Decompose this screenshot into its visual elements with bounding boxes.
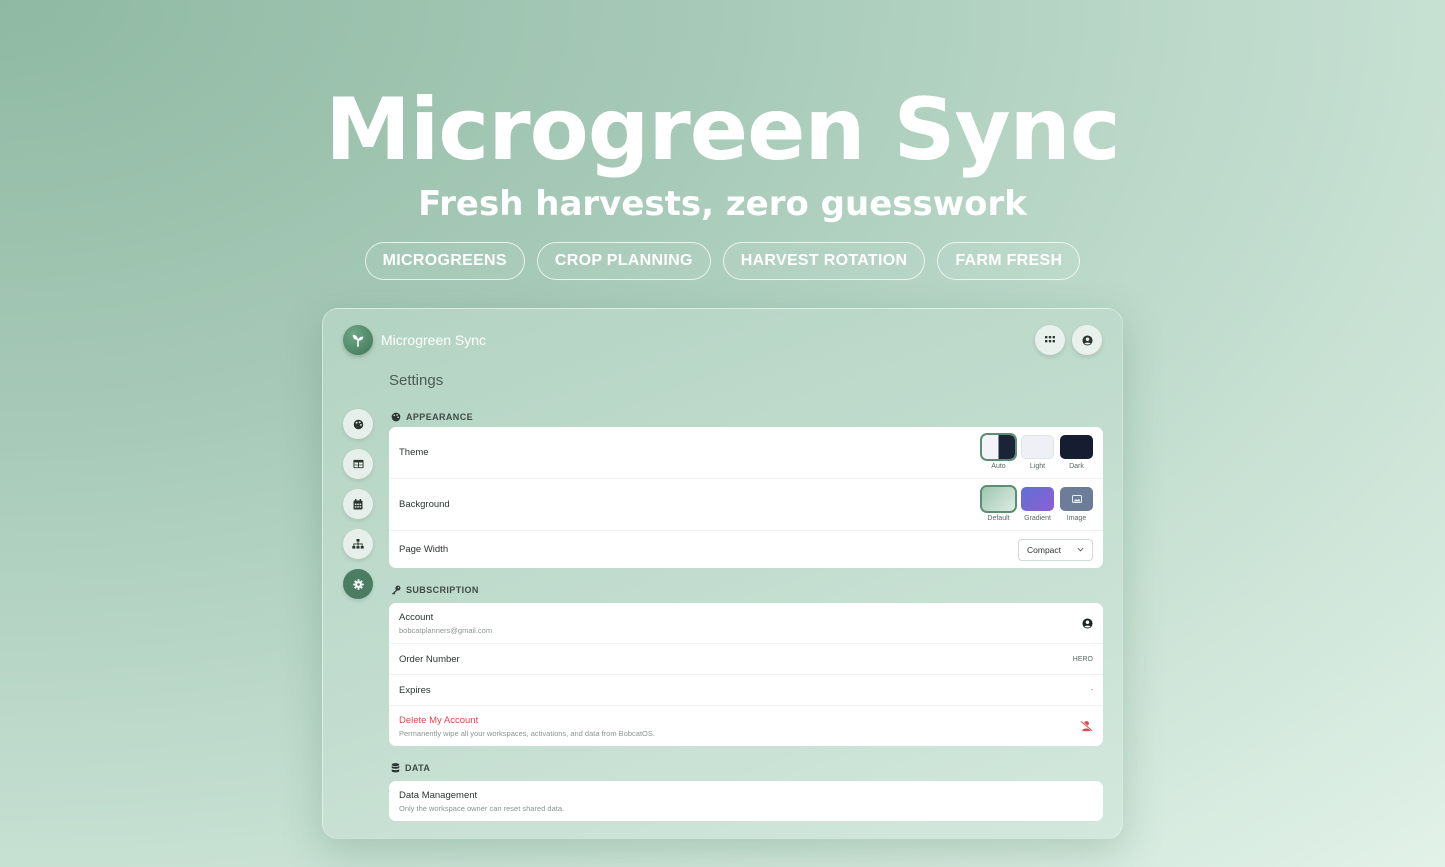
swatch-caption: Auto xyxy=(991,463,1006,470)
sidebar-item-settings[interactable] xyxy=(343,569,373,599)
tag-harvest-rotation: HARVEST ROTATION xyxy=(722,242,926,280)
swatch-caption: Dark xyxy=(1069,463,1084,470)
data-management-row[interactable]: Data Management Only the workspace owner… xyxy=(389,781,1103,821)
sidebar-item-calendar[interactable] xyxy=(343,489,373,519)
background-image-option[interactable] xyxy=(1060,487,1093,511)
delete-account-description: Permanently wipe all your workspaces, ac… xyxy=(399,728,655,738)
chevron-down-icon xyxy=(1077,547,1084,552)
sidebar-item-dashboard[interactable] xyxy=(343,409,373,439)
account-email: bobcatplanners@gmail.com xyxy=(399,625,493,635)
tag-farm-fresh: FARM FRESH xyxy=(937,242,1081,280)
table-icon xyxy=(352,459,364,469)
palette-icon xyxy=(391,412,401,422)
section-label: DATA xyxy=(405,763,431,773)
delete-account-row[interactable]: Delete My Account Permanently wipe all y… xyxy=(389,706,1103,746)
swatch-caption: Gradient xyxy=(1024,515,1051,522)
theme-row: Theme Auto Light Dark xyxy=(389,427,1103,479)
appearance-card: Theme Auto Light Dark Background Default… xyxy=(389,427,1103,568)
page-width-row: Page Width Compact xyxy=(389,531,1103,568)
image-icon xyxy=(1071,495,1082,503)
user-profile-button[interactable] xyxy=(1072,325,1102,355)
sprout-logo-icon xyxy=(343,325,373,355)
theme-dark-option[interactable] xyxy=(1060,435,1093,459)
theme-label: Theme xyxy=(399,447,429,458)
page-title: Settings xyxy=(389,372,444,389)
sidebar-item-hierarchy[interactable] xyxy=(343,529,373,559)
appearance-section-header: APPEARANCE xyxy=(391,408,1103,426)
expires-row: Expires - xyxy=(389,675,1103,706)
page-width-label: Page Width xyxy=(399,544,449,555)
subscription-card: Account bobcatplanners@gmail.com Order N… xyxy=(389,603,1103,746)
hero-subtitle: Fresh harvests, zero guesswork xyxy=(418,184,1027,224)
swatch-caption: Image xyxy=(1066,515,1087,522)
hero-tags: MICROGREENS CROP PLANNING HARVEST ROTATI… xyxy=(0,242,1445,280)
expires-value: - xyxy=(1090,686,1093,694)
brand-name: Microgreen Sync xyxy=(381,332,487,348)
app-window: Microgreen Sync Settings APPEARANCE Them… xyxy=(322,308,1123,839)
database-icon xyxy=(391,763,400,773)
hero-title: Microgreen Sync xyxy=(325,80,1121,180)
user-slash-icon[interactable] xyxy=(1080,720,1093,732)
order-number-value: HERO xyxy=(1072,655,1093,663)
background-options: Default Gradient Image xyxy=(980,485,1093,522)
sidebar-nav xyxy=(343,409,373,599)
delete-account-label[interactable]: Delete My Account xyxy=(399,715,655,726)
tag-microgreens: MICROGREENS xyxy=(364,242,525,280)
section-label: SUBSCRIPTION xyxy=(406,585,479,595)
apps-grid-button[interactable] xyxy=(1035,325,1065,355)
background-default-option[interactable] xyxy=(980,485,1017,513)
gear-icon xyxy=(352,578,364,590)
account-row: Account bobcatplanners@gmail.com xyxy=(389,603,1103,644)
subscription-section-header: SUBSCRIPTION xyxy=(391,581,1103,599)
data-management-description: Only the workspace owner can reset share… xyxy=(399,803,565,813)
background-label: Background xyxy=(399,499,450,510)
order-number-label: Order Number xyxy=(399,653,460,665)
data-card: Data Management Only the workspace owner… xyxy=(389,781,1103,821)
settings-content: APPEARANCE Theme Auto Light Dark Backgro… xyxy=(389,408,1103,821)
swatch-caption: Light xyxy=(1029,463,1046,470)
user-circle-icon xyxy=(1081,334,1093,346)
data-management-label: Data Management xyxy=(399,789,478,801)
account-label: Account xyxy=(399,611,434,623)
background-row: Background Default Gradient Image xyxy=(389,479,1103,531)
page-width-value: Compact xyxy=(1027,544,1062,555)
background-gradient-option[interactable] xyxy=(1021,487,1054,511)
theme-options: Auto Light Dark xyxy=(980,433,1093,470)
order-number-row: Order Number HERO xyxy=(389,644,1103,675)
data-section-header: DATA xyxy=(391,759,1103,777)
tag-crop-planning: CROP PLANNING xyxy=(536,242,711,280)
expires-label: Expires xyxy=(399,684,431,696)
palette-icon xyxy=(353,419,363,429)
brand[interactable]: Microgreen Sync xyxy=(343,325,486,355)
user-circle-icon[interactable] xyxy=(1082,617,1093,629)
page-width-select[interactable]: Compact xyxy=(1018,538,1093,561)
theme-light-option[interactable] xyxy=(1021,435,1054,459)
key-icon xyxy=(392,585,401,595)
calendar-icon xyxy=(353,498,363,509)
sidebar-item-table[interactable] xyxy=(343,449,373,479)
swatch-caption: Default xyxy=(987,515,1010,522)
section-label: APPEARANCE xyxy=(406,412,474,422)
sitemap-icon xyxy=(352,539,364,549)
apps-grid-icon xyxy=(1045,336,1055,343)
theme-auto-option[interactable] xyxy=(980,433,1017,461)
